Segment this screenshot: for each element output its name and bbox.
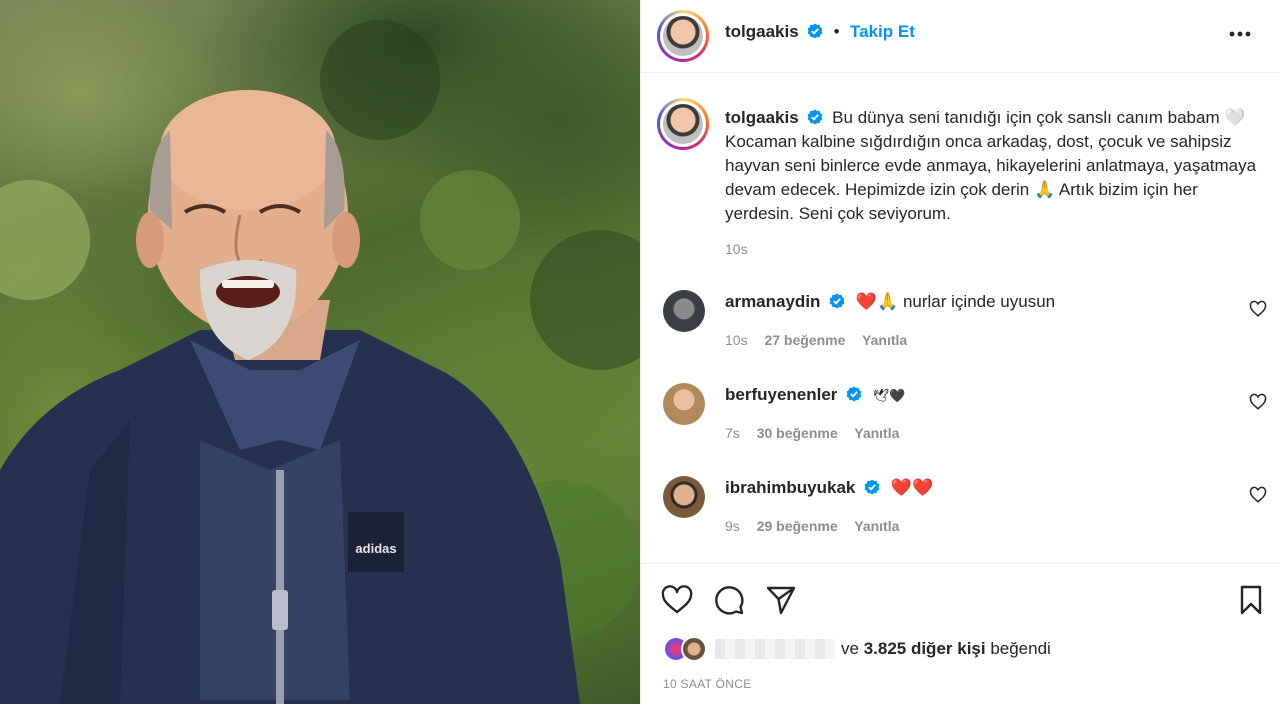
verified-badge-icon <box>864 479 880 495</box>
post-timestamp: 10 SAAT ÖNCE <box>663 677 752 691</box>
comment-text: 🕊🖤 <box>872 388 906 403</box>
comment-heart-icon[interactable] <box>1249 393 1267 411</box>
post-image[interactable]: adidas <box>0 0 640 704</box>
share-icon[interactable] <box>765 584 797 616</box>
more-options-icon[interactable] <box>1225 22 1255 52</box>
comment-timestamp: 9s <box>725 518 740 534</box>
blurred-liker-names <box>715 639 835 659</box>
comment-text: ❤️🙏 nurlar içinde uyusun <box>855 292 1056 311</box>
commenter-avatar[interactable] <box>663 476 705 518</box>
commenter-username[interactable]: ibrahimbuyukak <box>725 478 855 497</box>
verified-badge-icon <box>807 23 823 39</box>
heart-icon[interactable] <box>661 584 693 616</box>
comment-timestamp: 7s <box>725 425 740 441</box>
avatar-photo <box>663 16 703 56</box>
avatar-photo <box>663 104 703 144</box>
post-actions: ve 3.825 diğer kişi beğendi 10 SAAT ÖNCE <box>641 563 1280 704</box>
post-details-panel: tolgaakis • Takip Et tolgaakis Bu dünya … <box>640 0 1280 704</box>
author-avatar[interactable] <box>657 10 709 62</box>
caption-timestamp: 10s <box>725 241 748 257</box>
reply-button[interactable]: Yanıtla <box>854 425 899 441</box>
commenter-username[interactable]: berfuyenenler <box>725 385 837 404</box>
commenter-avatar[interactable] <box>663 383 705 425</box>
commenter-username[interactable]: armanaydin <box>725 292 820 311</box>
reply-button[interactable]: Yanıtla <box>854 518 899 534</box>
caption-username[interactable]: tolgaakis <box>725 108 799 127</box>
likes-count: ve 3.825 diğer kişi beğendi <box>841 639 1051 658</box>
likes-summary[interactable]: ve 3.825 diğer kişi beğendi <box>663 636 1051 662</box>
photo-illustration: adidas <box>0 20 640 704</box>
commenter-avatar[interactable] <box>663 290 705 332</box>
separator-dot: • <box>833 22 840 41</box>
comment-timestamp: 10s <box>725 332 748 348</box>
verified-badge-icon <box>808 109 823 125</box>
comment-like-count[interactable]: 27 beğenme <box>764 332 845 348</box>
post-header: tolgaakis • Takip Et <box>641 0 1280 73</box>
post-caption: tolgaakis Bu dünya seni tanıdığı için ço… <box>725 106 1265 226</box>
comment-heart-icon[interactable] <box>1249 300 1267 318</box>
author-username[interactable]: tolgaakis <box>725 22 799 41</box>
reply-button[interactable]: Yanıtla <box>862 332 907 348</box>
bookmark-icon[interactable] <box>1235 584 1267 616</box>
svg-text:adidas: adidas <box>355 541 396 556</box>
comment-text: ❤️❤️ <box>890 478 934 497</box>
comment-icon[interactable] <box>713 584 745 616</box>
follow-button[interactable]: Takip Et <box>850 22 915 41</box>
verified-badge-icon <box>829 293 845 309</box>
verified-badge-icon <box>846 386 862 402</box>
comment-like-count[interactable]: 30 beğenme <box>757 425 838 441</box>
comment-heart-icon[interactable] <box>1249 486 1267 504</box>
comment-like-count[interactable]: 29 beğenme <box>757 518 838 534</box>
caption-text: Bu dünya seni tanıdığı için çok sanslı c… <box>725 108 1257 223</box>
caption-author-avatar[interactable] <box>657 98 709 150</box>
liker-avatar <box>681 636 707 662</box>
